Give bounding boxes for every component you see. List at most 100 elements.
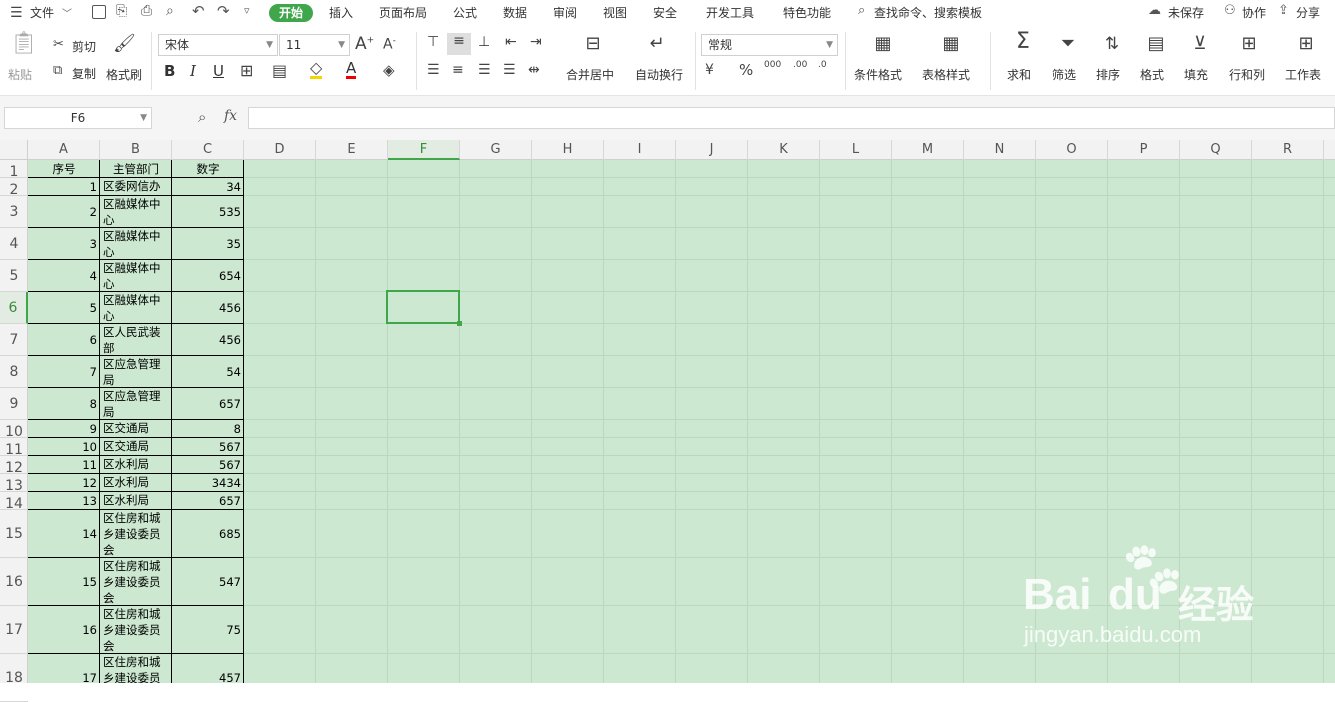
- search-icon[interactable]: ⌕: [858, 3, 865, 18]
- undo-icon[interactable]: ↶: [192, 2, 205, 20]
- cell-number[interactable]: 654: [172, 260, 241, 292]
- table-header-cell[interactable]: 序号: [28, 160, 100, 178]
- percent-icon[interactable]: %: [739, 61, 753, 79]
- row-header-3[interactable]: 3: [0, 196, 28, 228]
- justify-icon[interactable]: ☰: [503, 62, 516, 78]
- cell-index[interactable]: 7: [28, 356, 97, 388]
- row-header-5[interactable]: 5: [0, 260, 28, 292]
- sum-button[interactable]: 求和: [1007, 66, 1031, 83]
- row-header-8[interactable]: 8: [0, 356, 28, 388]
- cell-department[interactable]: 区交通局: [103, 420, 171, 438]
- tab-insert[interactable]: 插入: [329, 4, 353, 22]
- fill-pattern-icon[interactable]: ▤: [272, 61, 287, 80]
- cell-number[interactable]: 75: [172, 606, 241, 654]
- sort-icon[interactable]: ⇅: [1099, 34, 1125, 58]
- clear-icon[interactable]: ◈: [383, 61, 395, 79]
- align-top-icon[interactable]: ⊤: [427, 34, 439, 50]
- menu-icon[interactable]: ☰: [10, 5, 23, 21]
- paste-icon[interactable]: 📋︎: [10, 33, 38, 60]
- cell-number[interactable]: 547: [172, 558, 241, 606]
- filter-icon[interactable]: ⏷: [1055, 34, 1081, 58]
- column-header-l[interactable]: L: [820, 140, 892, 160]
- cell-department[interactable]: 区融媒体中心: [103, 260, 171, 292]
- redo-icon[interactable]: ↷: [217, 2, 230, 20]
- cell-index[interactable]: 12: [28, 474, 97, 492]
- fill-button[interactable]: 填充: [1184, 66, 1208, 83]
- format-painter-icon[interactable]: 🖌︎: [113, 34, 136, 56]
- distribute-icon[interactable]: ⇹: [528, 62, 540, 78]
- cell-index[interactable]: 10: [28, 438, 97, 456]
- italic-icon[interactable]: I: [190, 62, 196, 80]
- table-style-icon[interactable]: ▦: [938, 34, 964, 58]
- save-icon[interactable]: [92, 5, 106, 19]
- row-header-7[interactable]: 7: [0, 324, 28, 356]
- font-size-select[interactable]: 11 ▼: [279, 34, 350, 56]
- filter-button[interactable]: 筛选: [1052, 66, 1076, 83]
- tab-developer[interactable]: 开发工具: [706, 4, 754, 22]
- worksheet-icon[interactable]: ⊞: [1293, 34, 1319, 58]
- align-middle-icon[interactable]: ≡: [447, 33, 471, 55]
- wrap-text-icon[interactable]: ↵: [644, 34, 670, 58]
- cell-number[interactable]: 457: [172, 654, 241, 683]
- cell-number[interactable]: 657: [172, 492, 241, 510]
- row-header-17[interactable]: 17: [0, 606, 28, 654]
- cell-department[interactable]: 区水利局: [103, 492, 171, 510]
- rows-cols-icon[interactable]: ⊞: [1236, 34, 1262, 58]
- row-header-10[interactable]: 10: [0, 420, 28, 440]
- fill-down-icon[interactable]: ⊻: [1187, 34, 1213, 58]
- print-icon[interactable]: ⎙: [141, 3, 152, 19]
- cell-department[interactable]: 区水利局: [103, 474, 171, 492]
- fill-color-icon[interactable]: ◇: [310, 60, 323, 79]
- worksheet-grid[interactable]: 序号 主管部门 数字 1 区委网信办 34 2 区融媒体中心 535 3 区融媒体中心 35 4 区融媒体…: [28, 160, 1335, 683]
- worksheet-button[interactable]: 工作表: [1285, 66, 1321, 83]
- table-header-cell[interactable]: 主管部门: [100, 160, 172, 178]
- format-icon[interactable]: ▤: [1143, 34, 1169, 58]
- chevron-down-icon[interactable]: ﹀: [62, 5, 72, 20]
- column-header-g[interactable]: G: [460, 140, 532, 160]
- column-header-e[interactable]: E: [316, 140, 388, 160]
- cut-button[interactable]: 剪切: [72, 38, 96, 55]
- cell-number[interactable]: 35: [172, 228, 241, 260]
- copy-icon[interactable]: ⧉: [53, 63, 62, 78]
- command-search[interactable]: 查找命令、搜索模板: [874, 4, 982, 22]
- currency-icon[interactable]: ¥: [705, 62, 714, 78]
- row-header-12[interactable]: 12: [0, 456, 28, 476]
- row-header-16[interactable]: 16: [0, 558, 28, 606]
- column-header-k[interactable]: K: [748, 140, 820, 160]
- tab-security[interactable]: 安全: [653, 4, 677, 22]
- cell-number[interactable]: 535: [172, 196, 241, 228]
- underline-icon[interactable]: U: [213, 62, 224, 80]
- cell-number[interactable]: 8: [172, 420, 241, 438]
- row-header-18[interactable]: 18: [0, 654, 28, 702]
- column-header-n[interactable]: N: [964, 140, 1036, 160]
- merge-center-icon[interactable]: ⊟: [580, 34, 606, 58]
- cell-department[interactable]: 区应急管理局: [103, 356, 171, 388]
- cell-number[interactable]: 685: [172, 510, 241, 558]
- cell-number[interactable]: 657: [172, 388, 241, 420]
- increase-indent-icon[interactable]: ⇥: [530, 34, 542, 50]
- export-icon[interactable]: ⎘: [116, 3, 127, 19]
- table-header-cell[interactable]: 数字: [172, 160, 244, 178]
- unsaved-status[interactable]: 未保存: [1168, 4, 1204, 22]
- cell-index[interactable]: 2: [28, 196, 97, 228]
- cell-department[interactable]: 区应急管理局: [103, 388, 171, 420]
- column-header-c[interactable]: C: [172, 140, 244, 160]
- wrap-text-button[interactable]: 自动换行: [635, 66, 683, 83]
- tab-page-layout[interactable]: 页面布局: [379, 4, 427, 22]
- cell-index[interactable]: 8: [28, 388, 97, 420]
- cell-department[interactable]: 区水利局: [103, 456, 171, 474]
- row-header-6[interactable]: 6: [0, 292, 28, 324]
- align-left-icon[interactable]: ☰: [427, 62, 440, 78]
- customize-quick-access-icon[interactable]: ▿: [244, 4, 250, 17]
- cell-department[interactable]: 区住房和城 乡建设委员会: [103, 510, 171, 558]
- sort-button[interactable]: 排序: [1096, 66, 1120, 83]
- column-header-q[interactable]: Q: [1180, 140, 1252, 160]
- cell-department[interactable]: 区融媒体中心: [103, 228, 171, 260]
- tab-view[interactable]: 视图: [603, 4, 627, 22]
- collab-button[interactable]: 协作: [1242, 4, 1266, 22]
- sum-icon[interactable]: Σ: [1010, 31, 1036, 58]
- cell-index[interactable]: 9: [28, 420, 97, 438]
- cell-department[interactable]: 区融媒体中心: [103, 196, 171, 228]
- cell-index[interactable]: 11: [28, 456, 97, 474]
- table-style-button[interactable]: 表格样式: [922, 66, 970, 83]
